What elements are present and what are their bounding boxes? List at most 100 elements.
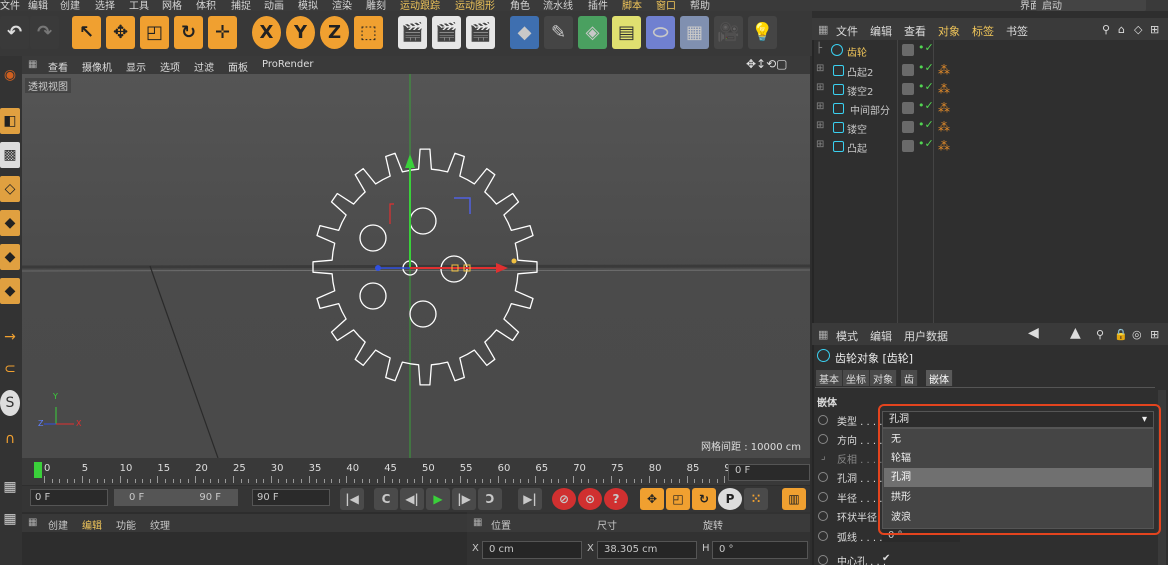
redo-icon[interactable]: ↷ <box>30 16 59 49</box>
tag-icon[interactable]: ⁂ <box>938 120 950 134</box>
key-position-icon[interactable]: ✥ <box>640 488 664 510</box>
object-search-icon[interactable]: ⚲ <box>1102 23 1110 36</box>
render-settings-icon[interactable]: 🎬 <box>466 16 495 49</box>
menu-plugins[interactable]: 插件 <box>588 0 608 11</box>
viewport[interactable]: 透视视图 Y Z X 网格间距 : 10000 cm <box>22 74 810 458</box>
viewport-menu-panel[interactable]: 面板 <box>228 59 248 74</box>
timeline-window-icon[interactable]: ▥ <box>782 488 806 510</box>
tag-icon[interactable]: ⁂ <box>938 63 950 77</box>
globe-icon[interactable]: ◉ <box>0 62 20 88</box>
attribute-search-icon[interactable]: ⚲ <box>1096 328 1104 341</box>
expand-icon[interactable]: ⊞ <box>816 82 824 93</box>
layer-swatch[interactable] <box>902 83 914 95</box>
object-menu-edit[interactable]: 编辑 <box>870 23 892 39</box>
key-rotation-icon[interactable]: ↻ <box>692 488 716 510</box>
last-tool-icon[interactable]: ✛ <box>208 16 237 49</box>
tab-embedding[interactable]: 嵌体 <box>926 370 953 386</box>
object-row-hollow[interactable]: ⊞ 镂空 •✓ ⁂ <box>814 118 1166 137</box>
attribute-menu-userdata[interactable]: 用户数据 <box>904 328 948 344</box>
menu-animate[interactable]: 动画 <box>264 0 284 11</box>
param-direction-radio[interactable] <box>818 434 828 444</box>
gizmo-plane-xy[interactable] <box>389 203 394 224</box>
menu-sculpt[interactable]: 雕刻 <box>366 0 386 11</box>
workplane-lock-icon[interactable]: ▦ <box>0 506 20 532</box>
visibility-check-icon[interactable]: •✓ <box>918 99 934 112</box>
gizmo-x-arrow-icon[interactable] <box>496 263 508 273</box>
attribute-expand-icon[interactable]: ⊞ <box>1150 328 1159 341</box>
expand-icon[interactable]: ⊞ <box>816 101 824 112</box>
menu-simulate[interactable]: 模拟 <box>298 0 318 11</box>
next-frame-icon[interactable]: |▶ <box>452 488 476 510</box>
gizmo-handle[interactable] <box>511 258 517 264</box>
menu-snap[interactable]: 捕捉 <box>231 0 251 11</box>
cube-icon[interactable]: ◆ <box>510 16 539 49</box>
preview-range-slider[interactable]: 0 F 90 F <box>114 489 238 506</box>
rotate-tool-icon[interactable]: ↻ <box>174 16 203 49</box>
select-tool-icon[interactable]: ↖ <box>72 16 101 49</box>
menu-volume[interactable]: 体积 <box>196 0 216 11</box>
deformer-icon[interactable]: ⬭ <box>646 16 675 49</box>
camera-icon[interactable]: 🎥 <box>714 16 743 49</box>
object-row-middle[interactable]: ⊞ 中间部分 •✓ ⁂ <box>814 99 1166 118</box>
subdivision-icon[interactable]: ◈ <box>578 16 607 49</box>
menu-render[interactable]: 渲染 <box>332 0 352 11</box>
pen-icon[interactable]: ✎ <box>544 16 573 49</box>
visibility-check-icon[interactable]: •✓ <box>918 137 934 150</box>
tab-teeth[interactable]: 齿 <box>901 370 918 386</box>
viewport-menu-camera[interactable]: 摄像机 <box>82 59 112 74</box>
timeline-playhead[interactable] <box>34 462 42 478</box>
object-home-icon[interactable]: ⌂ <box>1118 23 1125 36</box>
axis-x-button[interactable]: X <box>252 16 281 49</box>
model-mode-icon[interactable]: ◧ <box>0 108 20 134</box>
material-menu-function[interactable]: 功能 <box>116 517 136 532</box>
key-parameter-icon[interactable]: P <box>718 488 742 510</box>
floor-icon[interactable]: ▦ <box>680 16 709 49</box>
object-menu-view[interactable]: 查看 <box>904 23 926 39</box>
start-frame-field[interactable]: 0 F <box>30 489 108 506</box>
viewport-navigation-icons[interactable]: ✥↕⟲▢ <box>746 57 788 71</box>
workplane-icon[interactable]: ◇ <box>0 176 20 202</box>
end-frame-field[interactable]: 90 F <box>252 489 330 506</box>
expand-icon[interactable]: ⊞ <box>816 120 824 131</box>
menu-motion-tracking[interactable]: 运动跟踪 <box>400 0 440 11</box>
layer-swatch[interactable] <box>902 121 914 133</box>
tab-basic[interactable]: 基本 <box>816 370 843 386</box>
render-picture-viewer-icon[interactable]: 🎬 <box>432 16 461 49</box>
polygons-mode-icon[interactable]: ◆ <box>0 278 20 304</box>
tweak-mode-icon[interactable]: ⊂ <box>0 356 20 382</box>
material-menu-edit[interactable]: 编辑 <box>82 517 102 532</box>
record-keys-icon[interactable]: ⊘ <box>552 488 576 510</box>
magnet-icon[interactable]: ∩ <box>0 426 20 452</box>
light-icon[interactable]: 💡 <box>748 16 777 49</box>
menu-tools[interactable]: 工具 <box>129 0 149 11</box>
viewport-menu-prorender[interactable]: ProRender <box>262 59 313 70</box>
attribute-lock-icon[interactable]: 🔒 <box>1114 328 1128 341</box>
timeline[interactable]: 051015202530354045505560657075808590 <box>22 458 810 485</box>
object-lock-icon[interactable]: ◇ <box>1134 23 1142 36</box>
visibility-check-icon[interactable]: •✓ <box>918 80 934 93</box>
back-arrow-icon[interactable]: ◀ <box>1028 325 1039 341</box>
param-ring-radius-radio[interactable] <box>818 511 828 521</box>
viewport-menu-filter[interactable]: 过滤 <box>194 59 214 74</box>
viewport-menu-options[interactable]: 选项 <box>160 59 180 74</box>
object-row-bump[interactable]: ⊞ 凸起 •✓ ⁂ <box>814 137 1166 156</box>
attribute-menu-edit[interactable]: 编辑 <box>870 328 892 344</box>
menu-script[interactable]: 脚本 <box>622 0 642 11</box>
object-row-hollow2[interactable]: ⊞ 镂空2 •✓ ⁂ <box>814 80 1166 99</box>
menu-file[interactable]: 文件 <box>0 0 20 11</box>
menu-window[interactable]: 窗口 <box>656 0 676 11</box>
coord-system-icon[interactable]: ⬚ <box>354 16 383 49</box>
texture-mode-icon[interactable]: ▩ <box>0 142 20 168</box>
object-menu-file[interactable]: 文件 <box>836 23 858 39</box>
object-row-bump2[interactable]: ⊞ 凸起2 •✓ ⁂ <box>814 61 1166 80</box>
menu-create[interactable]: 创建 <box>60 0 80 11</box>
axis-y-button[interactable]: Y <box>286 16 315 49</box>
tag-icon[interactable]: ⁂ <box>938 101 950 115</box>
object-expand-icon[interactable]: ⊞ <box>1150 23 1159 36</box>
menu-character[interactable]: 角色 <box>510 0 530 11</box>
tab-object[interactable]: 对象 <box>870 370 897 386</box>
viewport-menu-view[interactable]: 查看 <box>48 59 68 74</box>
layer-swatch[interactable] <box>902 102 914 114</box>
menu-help[interactable]: 帮助 <box>690 0 710 11</box>
previous-frame-icon[interactable]: ◀| <box>400 488 424 510</box>
